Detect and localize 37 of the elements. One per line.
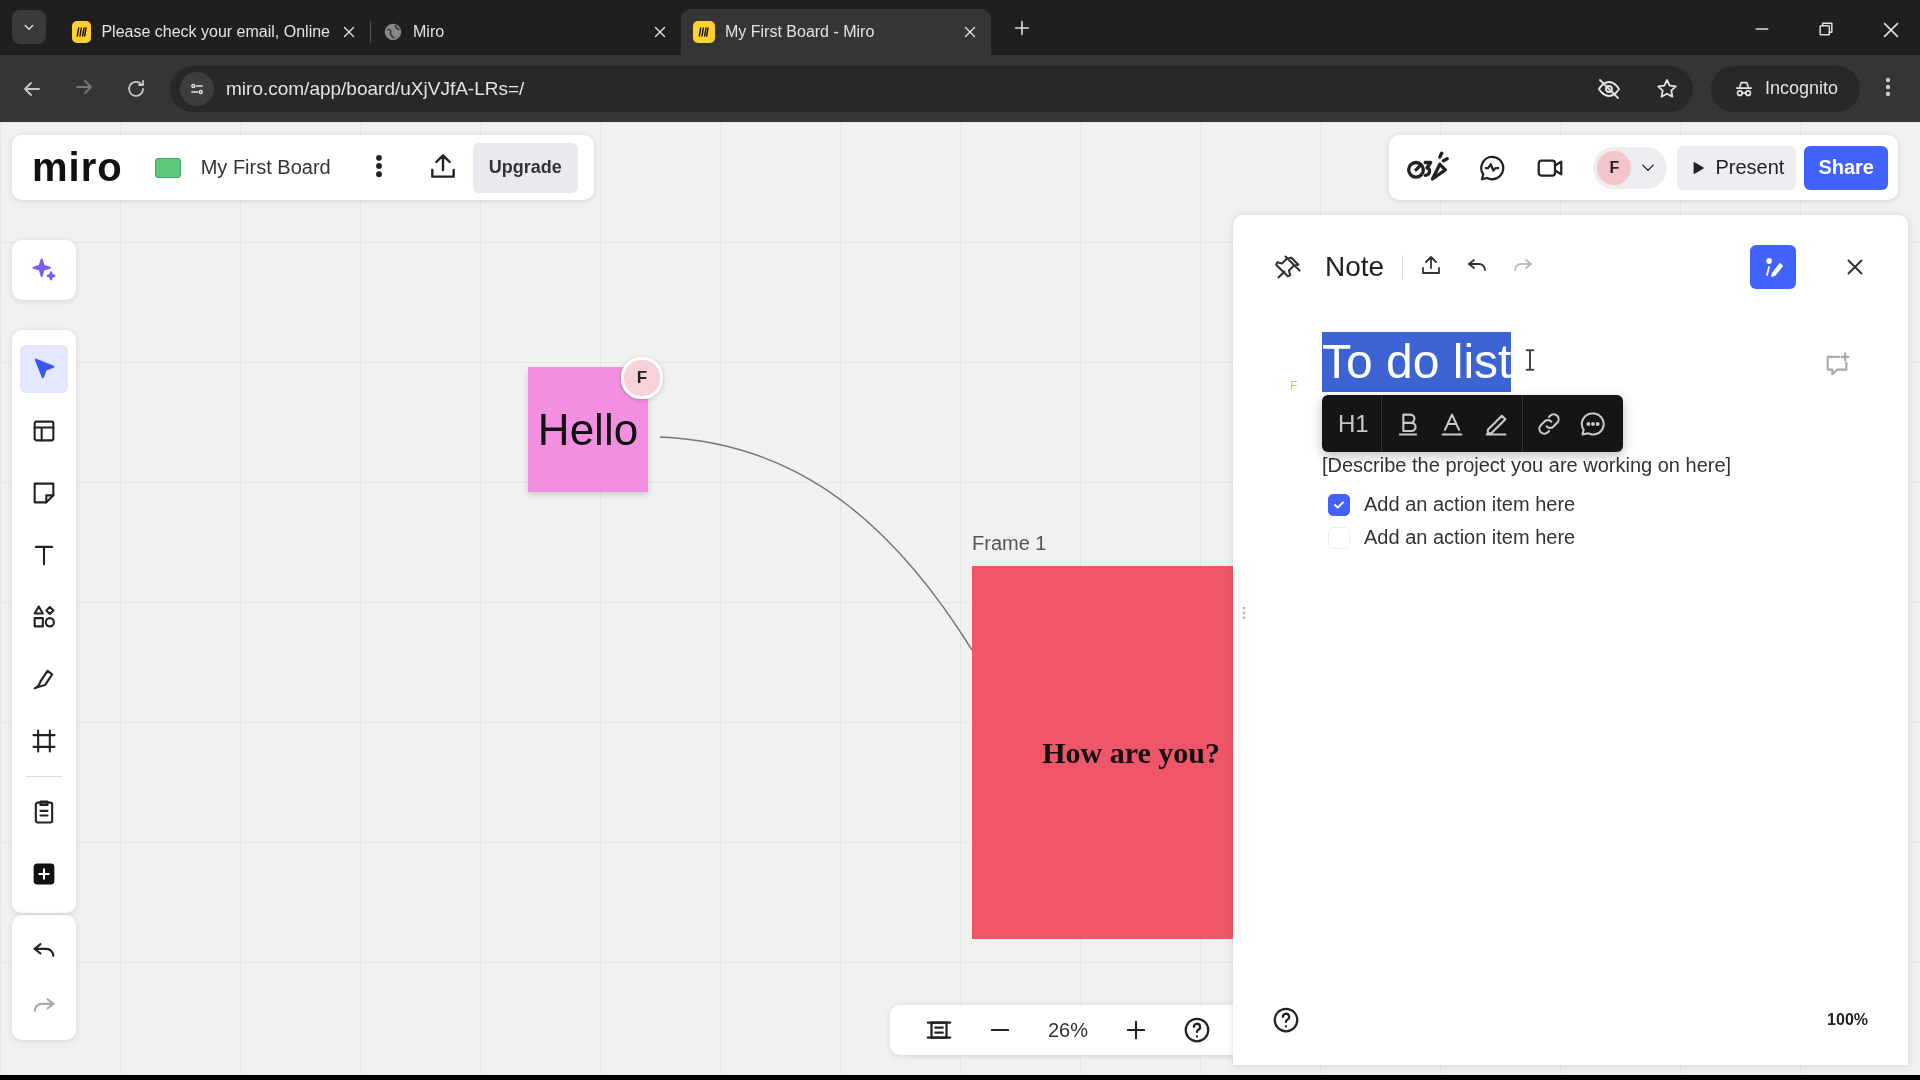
frame[interactable]: How are you? [972,566,1234,939]
author-mark: F [1290,379,1298,393]
board-name[interactable]: My First Board [200,156,331,179]
browser-tab[interactable]: Please check your email, Online [60,9,370,55]
frame-label[interactable]: Frame 1 [972,532,1047,555]
comment-icon[interactable] [1578,409,1607,438]
zoom-level: 100% [1827,1011,1868,1029]
star-icon[interactable] [1654,76,1679,101]
board-icon [154,157,181,178]
incognito-button[interactable]: Incognito [1710,65,1860,112]
user-avatar: F [621,357,663,399]
pointer-tool[interactable] [20,345,68,393]
collaborators-button[interactable]: F [1593,146,1668,189]
browser-tab[interactable]: Miro [371,9,681,55]
note-heading[interactable]: To do list [1322,332,1512,392]
upgrade-button[interactable]: Upgrade [472,142,578,193]
globe-icon [383,22,403,42]
tab-list-button[interactable] [12,10,46,44]
help-icon[interactable] [1271,1005,1301,1035]
panel-title: Note [1325,251,1385,283]
ai-assist-button[interactable] [1750,245,1796,289]
present-button[interactable]: Present [1677,145,1797,190]
action-item-text[interactable]: Add an action item here [1364,493,1576,516]
heading-button[interactable]: H1 [1330,403,1377,444]
frame-text: How are you? [1042,735,1220,770]
zoom-level[interactable]: 26% [1048,1018,1089,1042]
note-description[interactable]: [Describe the project you are working on here] [1322,454,1732,477]
action-item-text[interactable]: Add an action item here [1364,526,1576,549]
eye-off-icon[interactable] [1596,76,1621,101]
user-avatar: F [1597,150,1632,185]
browser-tab[interactable]: My First Board - Miro [681,9,991,55]
logo[interactable]: miro [32,145,123,190]
checkbox[interactable] [1328,493,1350,516]
share-button[interactable]: Share [1804,145,1888,190]
frame-icon [30,727,58,755]
address-bar[interactable]: miro.com/app/board/uXjVJfA-LRs=/ [170,65,1693,112]
pin-icon[interactable] [1275,253,1303,281]
